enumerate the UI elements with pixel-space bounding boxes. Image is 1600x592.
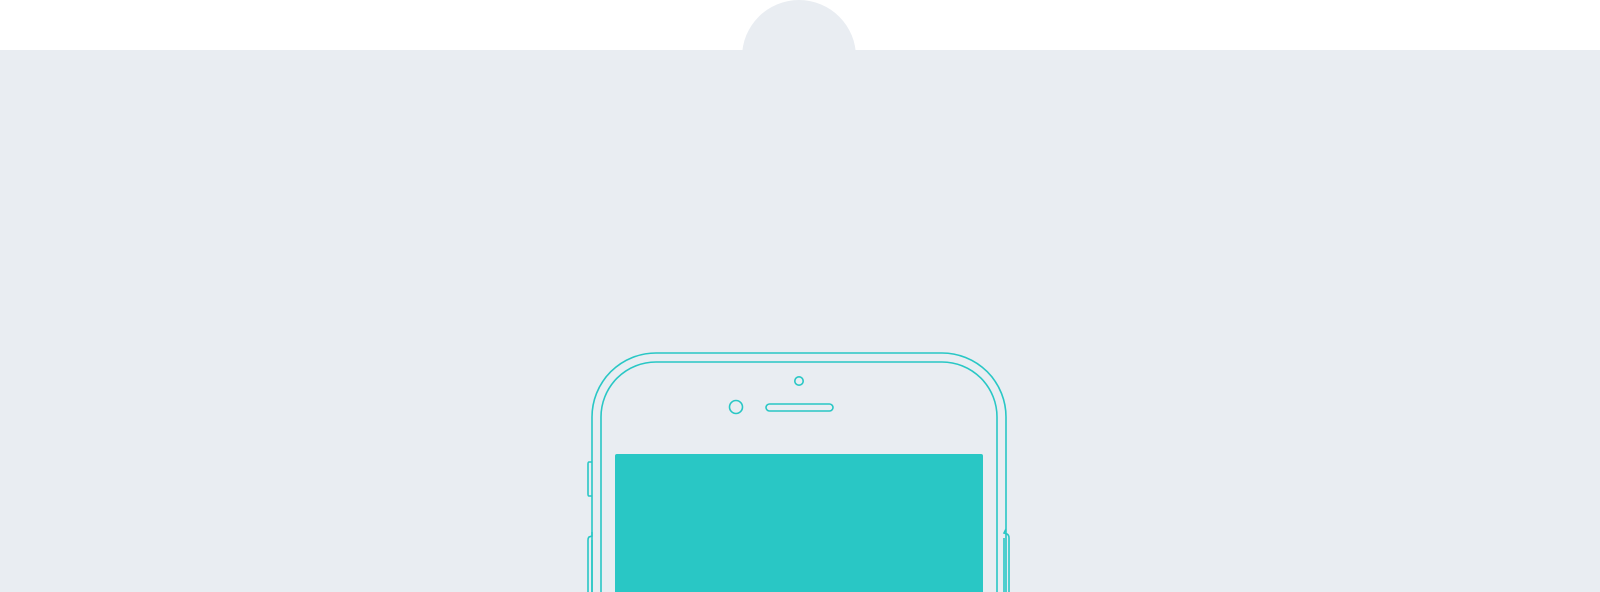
landing-page (0, 0, 1600, 592)
smartphone-illustration (587, 352, 1010, 592)
phone-screen (615, 454, 983, 592)
proximity-sensor-icon (793, 375, 804, 386)
front-camera-icon (728, 399, 744, 415)
earpiece-speaker-icon (765, 403, 834, 412)
